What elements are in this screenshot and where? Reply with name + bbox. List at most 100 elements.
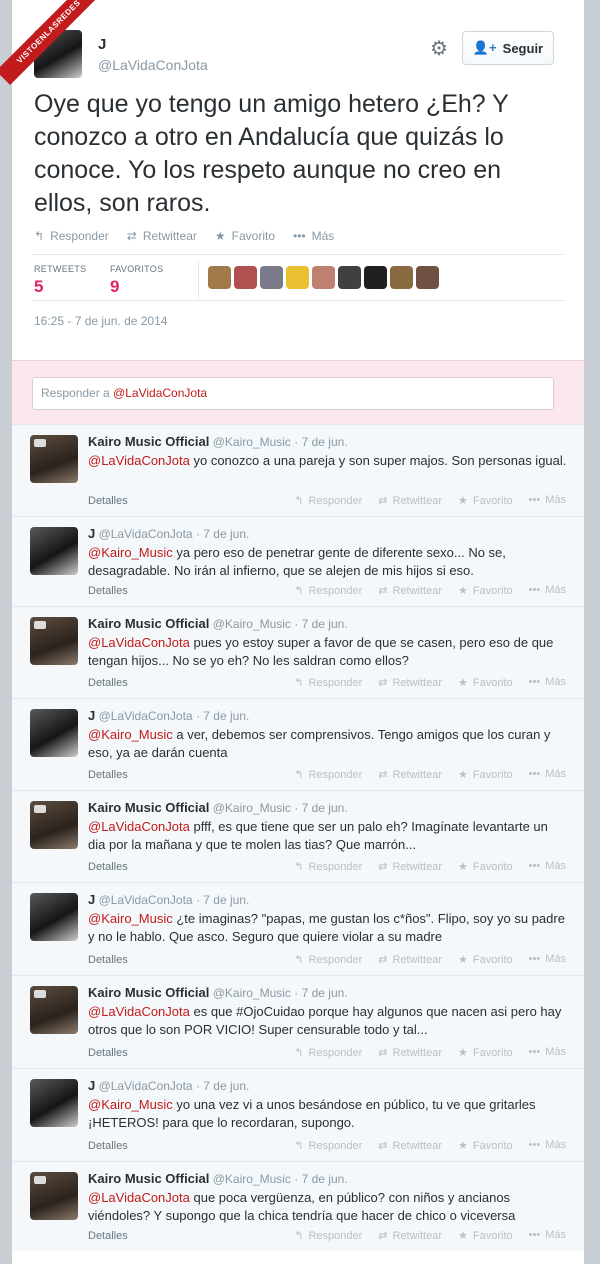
reply-date[interactable]: · 7 de jun. bbox=[196, 893, 249, 907]
reply-text-mention[interactable]: @Kairo_Music bbox=[88, 727, 173, 742]
details-link[interactable]: Detalles bbox=[88, 495, 128, 507]
reply-tweet[interactable]: Kairo Music Official @Kairo_Music · 7 de… bbox=[12, 975, 584, 1068]
reply-text-mention[interactable]: @LaVidaConJota bbox=[88, 635, 190, 650]
reply-tweet[interactable]: J @LaVidaConJota · 7 de jun. @Kairo_Music… bbox=[12, 1068, 584, 1161]
reply-author-handle[interactable]: @LaVidaConJota bbox=[99, 893, 193, 907]
reply-author-name[interactable]: Kairo Music Official bbox=[88, 800, 209, 815]
reply-author-name[interactable]: J bbox=[88, 708, 95, 723]
reply-text-mention[interactable]: @Kairo_Music bbox=[88, 911, 173, 926]
author-name[interactable]: J bbox=[98, 36, 106, 53]
favoriter-avatar[interactable] bbox=[260, 266, 283, 289]
retweet-action[interactable]: ⇄ Retwittear bbox=[378, 1139, 442, 1152]
reply-author-name[interactable]: Kairo Music Official bbox=[88, 1171, 209, 1186]
reply-date[interactable]: · 7 de jun. bbox=[294, 801, 347, 815]
reply-author-handle[interactable]: @Kairo_Music bbox=[213, 435, 291, 449]
reply-avatar[interactable] bbox=[30, 986, 78, 1034]
more-action[interactable]: ••• Más bbox=[529, 494, 566, 507]
details-link[interactable]: Detalles bbox=[88, 1047, 128, 1059]
more-action[interactable]: ••• Más bbox=[529, 1229, 566, 1242]
favorite-action[interactable]: ★ Favorito bbox=[215, 229, 275, 243]
reply-input[interactable]: Responder a @LaVidaConJota bbox=[32, 377, 554, 410]
reply-action[interactable]: ↰ Responder bbox=[294, 1229, 362, 1242]
reply-date[interactable]: · 7 de jun. bbox=[294, 1172, 347, 1186]
reply-text-mention[interactable]: @LaVidaConJota bbox=[88, 1190, 190, 1205]
favoriter-avatar[interactable] bbox=[286, 266, 309, 289]
reply-author-handle[interactable]: @LaVidaConJota bbox=[99, 709, 193, 723]
more-action[interactable]: ••• Más bbox=[529, 584, 566, 597]
reply-avatar[interactable] bbox=[30, 709, 78, 757]
more-action[interactable]: ••• Más bbox=[529, 953, 566, 966]
reply-author-handle[interactable]: @Kairo_Music bbox=[213, 1172, 291, 1186]
details-link[interactable]: Detalles bbox=[88, 954, 128, 966]
reply-avatar[interactable] bbox=[30, 1079, 78, 1127]
gear-icon[interactable]: ⚙ bbox=[430, 36, 448, 61]
favorites-stat[interactable]: FAVORITOS 9 bbox=[110, 264, 163, 297]
reply-date[interactable]: · 7 de jun. bbox=[196, 1079, 249, 1093]
reply-avatar[interactable] bbox=[30, 527, 78, 575]
reply-action[interactable]: ↰ Responder bbox=[294, 1139, 362, 1152]
reply-action[interactable]: ↰ Responder bbox=[294, 1046, 362, 1059]
details-link[interactable]: Detalles bbox=[88, 677, 128, 689]
reply-action[interactable]: ↰ Responder bbox=[294, 676, 362, 689]
more-action[interactable]: ••• Más bbox=[529, 1046, 566, 1059]
reply-date[interactable]: · 7 de jun. bbox=[294, 435, 347, 449]
reply-text-mention[interactable]: @LaVidaConJota bbox=[88, 453, 190, 468]
reply-action[interactable]: ↰ Responder bbox=[294, 860, 362, 873]
reply-author-name[interactable]: J bbox=[88, 892, 95, 907]
reply-author-name[interactable]: J bbox=[88, 526, 95, 541]
favoriter-avatar[interactable] bbox=[208, 266, 231, 289]
reply-action[interactable]: ↰ Responder bbox=[294, 584, 362, 597]
reply-avatar[interactable] bbox=[30, 617, 78, 665]
more-action[interactable]: ••• Más bbox=[529, 860, 566, 873]
details-link[interactable]: Detalles bbox=[88, 585, 128, 597]
author-handle[interactable]: @LaVidaConJota bbox=[98, 57, 208, 73]
follow-button[interactable]: 👤+ Seguir bbox=[462, 31, 554, 65]
reply-text-mention[interactable]: @LaVidaConJota bbox=[88, 819, 190, 834]
details-link[interactable]: Detalles bbox=[88, 1230, 128, 1242]
reply-avatar[interactable] bbox=[30, 893, 78, 941]
reply-author-handle[interactable]: @Kairo_Music bbox=[213, 617, 291, 631]
more-action[interactable]: ••• Más bbox=[529, 768, 566, 781]
retweet-action[interactable]: ⇄ Retwittear bbox=[378, 860, 442, 873]
reply-tweet[interactable]: J @LaVidaConJota · 7 de jun. @Kairo_Music… bbox=[12, 698, 584, 790]
reply-text-mention[interactable]: @LaVidaConJota bbox=[88, 1004, 190, 1019]
favoriter-avatar[interactable] bbox=[234, 266, 257, 289]
retweet-action[interactable]: ⇄ Retwittear bbox=[378, 1229, 442, 1242]
reply-date[interactable]: · 7 de jun. bbox=[294, 986, 347, 1000]
reply-date[interactable]: · 7 de jun. bbox=[294, 617, 347, 631]
favoriter-avatar[interactable] bbox=[416, 266, 439, 289]
favoriter-avatar[interactable] bbox=[338, 266, 361, 289]
favorite-action[interactable]: ★ Favorito bbox=[458, 676, 513, 689]
reply-date[interactable]: · 7 de jun. bbox=[196, 709, 249, 723]
reply-action[interactable]: ↰ Responder bbox=[34, 229, 109, 243]
reply-tweet[interactable]: Kairo Music Official @Kairo_Music · 7 de… bbox=[12, 424, 584, 516]
favoriter-avatar[interactable] bbox=[390, 266, 413, 289]
reply-tweet[interactable]: Kairo Music Official @Kairo_Music · 7 de… bbox=[12, 1161, 584, 1251]
details-link[interactable]: Detalles bbox=[88, 861, 128, 873]
reply-action[interactable]: ↰ Responder bbox=[294, 768, 362, 781]
retweet-action[interactable]: ⇄ Retwittear bbox=[378, 953, 442, 966]
reply-author-name[interactable]: J bbox=[88, 1078, 95, 1093]
favoriter-avatar[interactable] bbox=[364, 266, 387, 289]
reply-action[interactable]: ↰ Responder bbox=[294, 953, 362, 966]
favorite-action[interactable]: ★ Favorito bbox=[458, 1229, 513, 1242]
favorite-action[interactable]: ★ Favorito bbox=[458, 953, 513, 966]
favorite-action[interactable]: ★ Favorito bbox=[458, 860, 513, 873]
retweet-action[interactable]: ⇄ Retwittear bbox=[378, 584, 442, 597]
favorite-action[interactable]: ★ Favorito bbox=[458, 768, 513, 781]
more-action[interactable]: ••• Más bbox=[529, 676, 566, 689]
reply-author-name[interactable]: Kairo Music Official bbox=[88, 616, 209, 631]
retweet-action[interactable]: ⇄ Retwittear bbox=[127, 229, 197, 243]
retweet-action[interactable]: ⇄ Retwittear bbox=[378, 768, 442, 781]
retweet-action[interactable]: ⇄ Retwittear bbox=[378, 676, 442, 689]
reply-action[interactable]: ↰ Responder bbox=[294, 494, 362, 507]
reply-author-name[interactable]: Kairo Music Official bbox=[88, 434, 209, 449]
favorite-action[interactable]: ★ Favorito bbox=[458, 1139, 513, 1152]
reply-avatar[interactable] bbox=[30, 1172, 78, 1220]
favorite-action[interactable]: ★ Favorito bbox=[458, 1046, 513, 1059]
reply-tweet[interactable]: Kairo Music Official @Kairo_Music · 7 de… bbox=[12, 790, 584, 882]
reply-avatar[interactable] bbox=[30, 435, 78, 483]
details-link[interactable]: Detalles bbox=[88, 1140, 128, 1152]
retweet-action[interactable]: ⇄ Retwittear bbox=[378, 1046, 442, 1059]
reply-author-handle[interactable]: @LaVidaConJota bbox=[99, 1079, 193, 1093]
